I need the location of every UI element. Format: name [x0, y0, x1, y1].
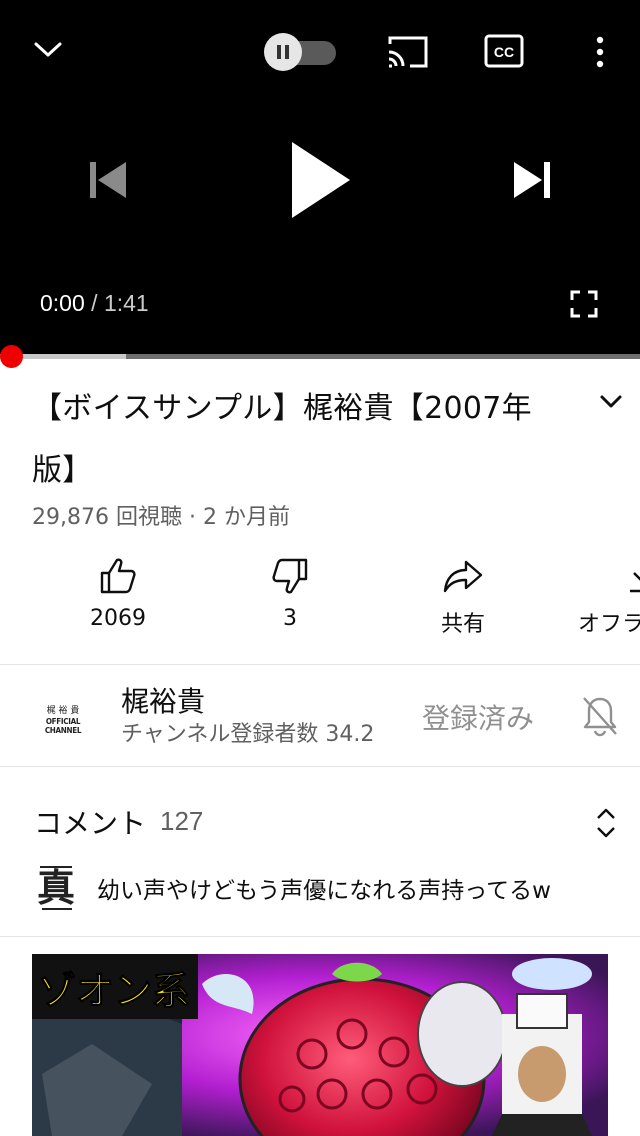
duration: 1:41 — [103, 290, 149, 316]
comments-heading[interactable]: コメント — [34, 802, 146, 842]
playback-time: 0:00 / 1:41 — [40, 290, 149, 317]
thumb-up-icon — [100, 558, 136, 594]
comments-count: 127 — [160, 806, 204, 836]
like-count: 2069 — [90, 606, 146, 631]
thumbnail-text: ゾオン系 — [32, 954, 199, 1019]
skip-previous-icon[interactable] — [86, 158, 130, 202]
progress-bar[interactable] — [0, 345, 640, 368]
chevron-down-icon[interactable] — [30, 34, 66, 64]
divider — [0, 936, 640, 937]
pause-icon — [264, 33, 302, 71]
dislike-count: 3 — [283, 606, 297, 631]
cc-icon[interactable]: CC — [484, 34, 524, 68]
video-player[interactable]: CC 0:00 / 1:41 — [0, 0, 640, 368]
channel-name[interactable]: 梶裕貴 — [121, 680, 205, 720]
unfold-icon[interactable] — [594, 806, 618, 840]
current-time: 0:00 — [40, 290, 85, 316]
download-icon — [630, 572, 640, 593]
channel-logo-name: 梶 裕 貴 — [46, 706, 80, 716]
svg-text:CC: CC — [494, 44, 514, 60]
offline-button[interactable]: オフラ — [572, 556, 640, 640]
next-video-thumbnail[interactable]: ゾオン系 — [32, 954, 608, 1136]
subscribed-button[interactable]: 登録済み — [422, 697, 534, 737]
cast-icon[interactable] — [386, 34, 430, 70]
thumb-down-icon — [272, 558, 308, 594]
more-vert-icon[interactable] — [588, 34, 612, 70]
action-bar: 2069 3 共有 オフラ — [0, 556, 640, 640]
play-icon[interactable] — [288, 140, 352, 220]
share-button[interactable]: 共有 — [403, 556, 523, 640]
divider — [0, 664, 640, 665]
chevron-down-icon[interactable] — [598, 393, 624, 411]
video-meta: 29,876 回視聴 · 2 か月前 — [32, 505, 290, 530]
dislike-button[interactable]: 3 — [230, 556, 350, 640]
share-icon — [443, 560, 483, 593]
fullscreen-icon[interactable] — [570, 290, 598, 318]
scrubber-handle[interactable] — [0, 345, 23, 368]
top-comment[interactable]: 幼い声やけどもう声優になれる声持ってるw — [97, 871, 551, 905]
skip-next-icon[interactable] — [510, 158, 554, 202]
time-separator: / — [84, 290, 104, 316]
video-title[interactable]: 【ボイスサンプル】梶裕貴【2007年版】 — [32, 378, 572, 502]
divider — [0, 766, 640, 767]
like-button[interactable]: 2069 — [58, 556, 178, 640]
bell-off-icon[interactable] — [580, 694, 620, 738]
channel-avatar[interactable]: 梶 裕 貴 OFFICIAL CHANNEL — [30, 700, 96, 735]
commenter-avatar[interactable]: 真 — [36, 864, 76, 912]
autoplay-toggle[interactable] — [264, 33, 336, 71]
offline-label: オフラ — [578, 612, 640, 637]
channel-logo-subtitle: OFFICIAL CHANNEL — [44, 717, 82, 735]
share-label: 共有 — [440, 612, 485, 637]
subscriber-count: チャンネル登録者数 34.2 — [121, 722, 375, 747]
